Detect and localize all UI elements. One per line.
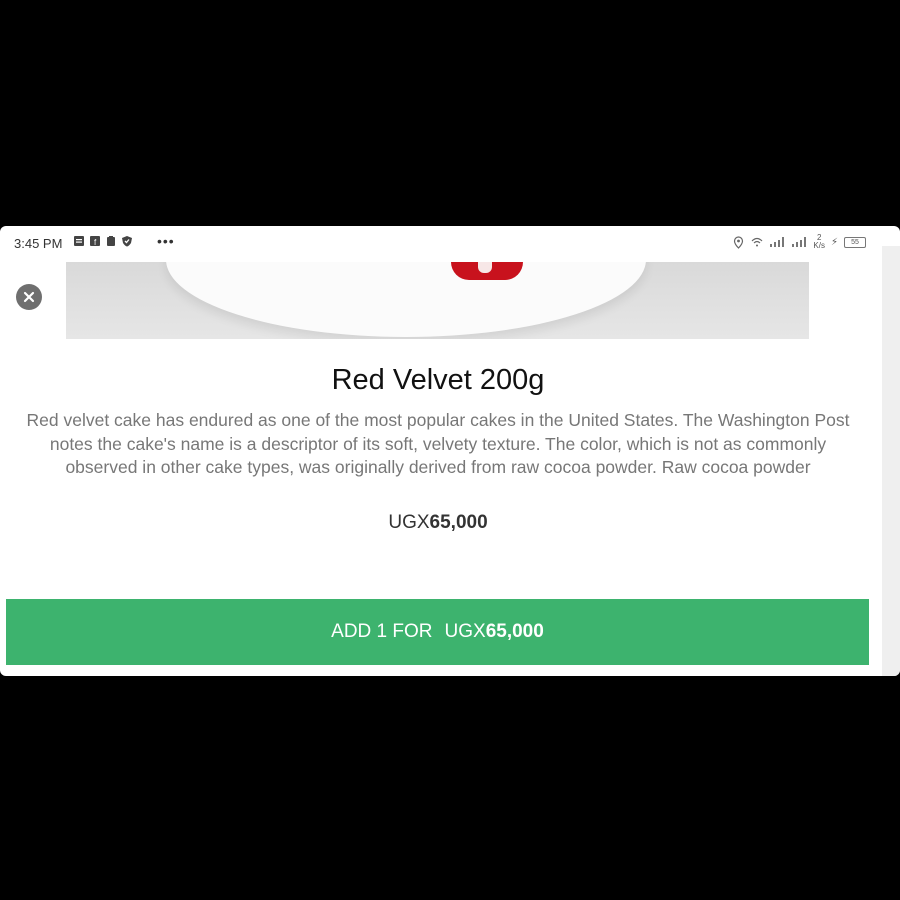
status-time: 3:45 PM xyxy=(14,236,63,251)
charging-icon: ⚡ xyxy=(830,236,838,248)
price-value: 65,000 xyxy=(429,512,488,533)
product-image xyxy=(66,262,809,339)
plate-shape xyxy=(166,262,646,337)
price-currency: UGX xyxy=(388,512,430,533)
product-price: UGX65,000 xyxy=(0,512,876,534)
status-bar: 3:45 PM f ••• 2 K/s ⚡ 55 xyxy=(0,226,900,262)
add-button-currency: UGX xyxy=(444,621,486,642)
signal-icon xyxy=(770,237,785,247)
close-icon xyxy=(23,291,35,303)
app-screen: 3:45 PM f ••• 2 K/s ⚡ 55 Red Velvet 200g … xyxy=(0,226,900,676)
clipboard-icon xyxy=(107,236,115,246)
message-icon xyxy=(74,236,84,246)
product-title: Red Velvet 200g xyxy=(331,364,545,396)
battery-icon: 55 xyxy=(844,236,866,248)
wifi-icon xyxy=(751,237,763,247)
add-button-price: 65,000 xyxy=(485,621,544,642)
notification-icons: f xyxy=(73,235,133,247)
network-speed: 2 K/s xyxy=(813,233,825,250)
scroll-edge xyxy=(882,246,900,676)
facebook-icon: f xyxy=(90,236,100,247)
location-icon xyxy=(734,235,744,249)
signal-icon xyxy=(792,237,807,247)
shield-icon xyxy=(122,236,132,247)
add-button-label: ADD 1 FOR xyxy=(331,621,433,642)
system-icons: 2 K/s ⚡ 55 xyxy=(732,234,866,250)
add-to-cart-button[interactable]: ADD 1 FOR UGX 65,000 xyxy=(6,599,869,665)
cake-crumb-shape xyxy=(478,262,492,273)
close-button[interactable] xyxy=(16,284,42,310)
more-notifications-icon: ••• xyxy=(157,233,175,249)
product-description: Red velvet cake has endured as one of th… xyxy=(26,410,850,477)
